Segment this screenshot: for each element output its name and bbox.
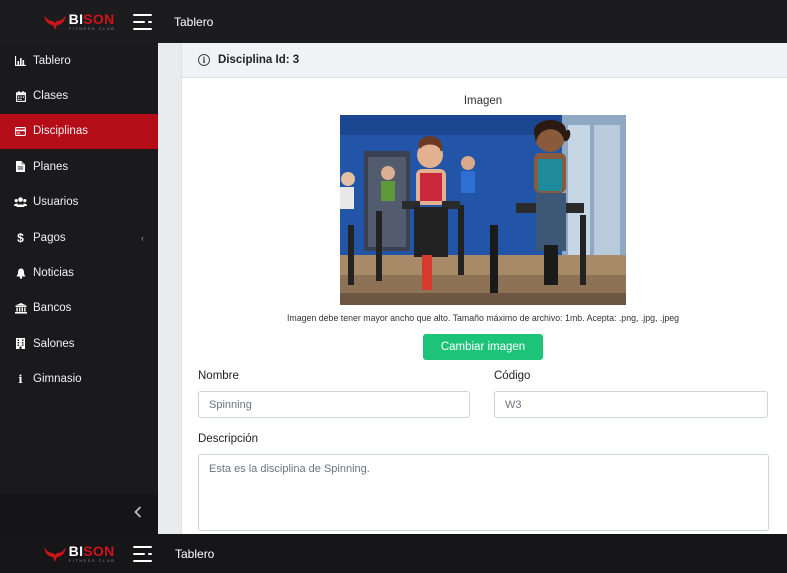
card-header: i Disciplina Id: 3 <box>182 43 787 78</box>
bell-icon <box>14 268 27 279</box>
sidebar-collapse-button[interactable] <box>0 494 158 534</box>
brand-tagline: FITNESS CLUB <box>68 26 116 31</box>
top-navbar: BISON FITNESS CLUB Tablero <box>0 0 787 43</box>
sidebar-item-pagos[interactable]: $ Pagos ‹ <box>0 220 158 255</box>
sidebar-item-label: Clases <box>33 90 69 103</box>
card-icon <box>14 127 27 136</box>
sidebar-item-label: Usuarios <box>33 196 79 209</box>
sidebar-item-gimnasio[interactable]: i Gimnasio <box>0 362 158 397</box>
info-circle-icon: i <box>198 54 210 66</box>
bottom-navbar: BISON FITNESS CLUB Tablero <box>0 534 787 573</box>
brand-tagline: FITNESS CLUB <box>68 558 116 563</box>
sidebar-item-label: Planes <box>33 160 69 173</box>
image-label: Imagen <box>463 95 503 107</box>
bank-icon <box>14 302 27 314</box>
brand-name-part2: SON <box>83 11 115 27</box>
users-icon <box>14 197 27 208</box>
page-title: Tablero <box>174 14 214 29</box>
info-icon: i <box>18 372 23 386</box>
sidebar-item-tablero[interactable]: Tablero <box>0 43 158 78</box>
calendar-icon <box>14 90 27 102</box>
sidebar-item-usuarios[interactable]: Usuarios <box>0 185 158 220</box>
codigo-label: Código <box>494 370 531 382</box>
sidebar-item-noticias[interactable]: Noticias <box>0 255 158 290</box>
codigo-field[interactable] <box>494 391 768 418</box>
sidebar-item-label: Pagos <box>33 231 66 244</box>
brand-name-part2: SON <box>83 543 115 559</box>
hamburger-icon[interactable] <box>133 13 155 31</box>
sidebar-item-label: Salones <box>33 337 75 350</box>
sidebar-item-label: Noticias <box>33 267 74 280</box>
sidebar-item-label: Disciplinas <box>33 125 88 138</box>
bar-chart-icon <box>14 55 27 66</box>
logo: BISON FITNESS CLUB <box>43 12 116 31</box>
logo: BISON FITNESS CLUB <box>43 544 116 563</box>
sidebar: Tablero Clases Disciplinas Planes Usuari… <box>0 43 158 534</box>
sidebar-item-label: Gimnasio <box>33 373 82 386</box>
descripcion-field[interactable]: Esta es la disciplina de Spinning. <box>198 454 769 531</box>
brand-name-part1: BI <box>68 11 84 27</box>
footer-title: Tablero <box>175 546 215 561</box>
sidebar-item-disciplinas[interactable]: Disciplinas <box>0 113 158 150</box>
sidebar-item-planes[interactable]: Planes <box>0 149 158 184</box>
document-icon <box>14 161 27 173</box>
discipline-image <box>340 115 626 305</box>
sidebar-item-salones[interactable]: Salones <box>0 326 158 361</box>
hamburger-icon[interactable] <box>133 545 155 563</box>
dollar-icon: $ <box>17 230 24 245</box>
change-image-button[interactable]: Cambiar imagen <box>423 334 543 360</box>
descripcion-label: Descripción <box>198 433 259 445</box>
bull-horns-icon <box>43 546 66 562</box>
image-help-text: Imagen debe tener mayor ancho que alto. … <box>286 313 680 323</box>
nombre-field[interactable] <box>198 391 470 418</box>
card-title: Disciplina Id: 3 <box>218 54 300 66</box>
chevron-left-icon <box>134 505 142 523</box>
sidebar-item-bancos[interactable]: Bancos <box>0 291 158 326</box>
discipline-card: i Disciplina Id: 3 Imagen Imagen debe te… <box>181 43 787 534</box>
chevron-left-icon: ‹ <box>141 232 144 243</box>
nombre-label: Nombre <box>198 370 239 382</box>
sidebar-item-label: Bancos <box>33 302 72 315</box>
building-icon <box>14 338 27 350</box>
sidebar-item-label: Tablero <box>33 54 71 67</box>
brand-name-part1: BI <box>68 543 84 559</box>
sidebar-item-clases[interactable]: Clases <box>0 78 158 113</box>
bull-horns-icon <box>43 14 66 30</box>
